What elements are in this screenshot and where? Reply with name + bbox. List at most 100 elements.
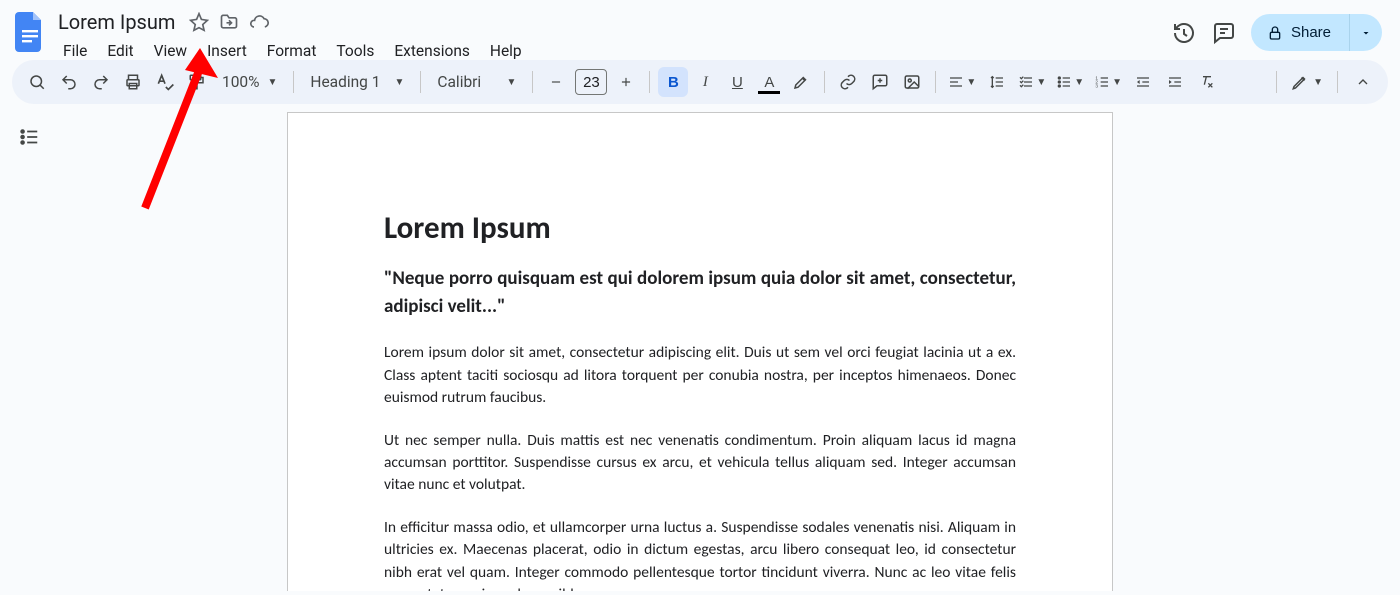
decrease-indent-button[interactable] xyxy=(1128,67,1158,97)
insert-link-button[interactable] xyxy=(833,67,863,97)
separator xyxy=(293,71,294,93)
menu-view[interactable]: View xyxy=(145,38,197,64)
zoom-select[interactable]: 100% ▼ xyxy=(214,67,285,97)
separator xyxy=(1276,71,1277,93)
font-size-input[interactable] xyxy=(575,69,607,95)
spellcheck-button[interactable] xyxy=(150,67,180,97)
menu-tools[interactable]: Tools xyxy=(327,38,383,64)
menu-extensions[interactable]: Extensions xyxy=(385,38,479,64)
collapse-toolbar-button[interactable] xyxy=(1348,67,1378,97)
menu-file[interactable]: File xyxy=(54,38,96,64)
numbered-list-button[interactable]: 123 ▼ xyxy=(1090,67,1126,97)
document-title[interactable]: Lorem Ipsum xyxy=(54,8,179,36)
title-area: Lorem Ipsum File Edit View Insert Format… xyxy=(54,6,531,64)
print-button[interactable] xyxy=(118,67,148,97)
print-icon xyxy=(124,73,142,91)
doc-heading: Lorem Ipsum xyxy=(384,209,1016,247)
checklist-button[interactable]: ▼ xyxy=(1014,67,1050,97)
move-icon[interactable] xyxy=(219,12,239,32)
bulleted-list-button[interactable]: ▼ xyxy=(1052,67,1088,97)
caret-down-icon: ▼ xyxy=(1036,77,1046,88)
caret-down-icon: ▼ xyxy=(268,77,278,88)
caret-down-icon: ▼ xyxy=(966,77,976,88)
paint-format-button[interactable] xyxy=(182,67,212,97)
chevron-up-icon xyxy=(1355,74,1371,90)
share-dropdown[interactable] xyxy=(1349,14,1382,51)
caret-down-icon: ▼ xyxy=(395,77,405,88)
paint-roller-icon xyxy=(188,73,206,91)
increase-font-size-button[interactable] xyxy=(611,67,641,97)
spellcheck-icon xyxy=(155,72,175,92)
workspace: Lorem Ipsum "Neque porro quisquam est qu… xyxy=(0,104,1400,591)
line-spacing-button[interactable] xyxy=(982,67,1012,97)
minus-icon xyxy=(549,75,563,89)
separator xyxy=(420,71,421,93)
checklist-icon xyxy=(1018,74,1034,90)
add-comment-button[interactable] xyxy=(865,67,895,97)
star-icon[interactable] xyxy=(189,12,209,32)
text-color-button[interactable]: A xyxy=(754,67,784,97)
redo-icon xyxy=(92,73,110,91)
caret-down-icon: ▼ xyxy=(1112,77,1122,88)
svg-text:3: 3 xyxy=(1095,83,1098,88)
doc-quote: "Neque porro quisquam est qui dolorem ip… xyxy=(384,265,1016,320)
doc-paragraph: Ut nec semper nulla. Duis mattis est nec… xyxy=(384,430,1016,497)
share-button[interactable]: Share xyxy=(1251,14,1349,51)
separator xyxy=(1337,71,1338,93)
highlighter-icon xyxy=(792,73,810,91)
menu-help[interactable]: Help xyxy=(481,38,531,64)
align-button[interactable]: ▼ xyxy=(944,67,980,97)
toolbar-wrap: 100% ▼ Heading 1 ▼ Calibri ▼ B I U A xyxy=(0,60,1400,104)
paragraph-style-select[interactable]: Heading 1 ▼ xyxy=(302,67,412,97)
line-spacing-icon xyxy=(989,74,1005,90)
font-size-group xyxy=(541,67,641,97)
header-bar: Lorem Ipsum File Edit View Insert Format… xyxy=(0,0,1400,60)
header-right: Share xyxy=(1171,6,1388,51)
editing-mode-button[interactable]: ▼ xyxy=(1287,67,1327,97)
bullet-list-icon xyxy=(1056,74,1072,90)
share-label: Share xyxy=(1291,24,1331,41)
insert-image-button[interactable] xyxy=(897,67,927,97)
docs-logo[interactable] xyxy=(12,8,48,56)
comment-plus-icon xyxy=(871,73,889,91)
italic-button[interactable]: I xyxy=(690,67,720,97)
menu-insert[interactable]: Insert xyxy=(198,38,256,64)
share-group: Share xyxy=(1251,14,1382,51)
undo-icon xyxy=(60,73,78,91)
indent-decrease-icon xyxy=(1135,74,1151,90)
increase-indent-button[interactable] xyxy=(1160,67,1190,97)
image-icon xyxy=(903,73,921,91)
document-page[interactable]: Lorem Ipsum "Neque porro quisquam est qu… xyxy=(287,112,1113,591)
lock-icon xyxy=(1267,25,1283,41)
decrease-font-size-button[interactable] xyxy=(541,67,571,97)
separator xyxy=(649,71,650,93)
font-value: Calibri xyxy=(437,73,481,91)
menu-edit[interactable]: Edit xyxy=(98,38,142,64)
comments-icon[interactable] xyxy=(1211,20,1237,46)
cloud-status-icon[interactable] xyxy=(249,12,269,32)
outline-icon xyxy=(18,126,40,148)
caret-down-icon: ▼ xyxy=(507,77,517,88)
paragraph-style-value: Heading 1 xyxy=(310,73,380,91)
zoom-value: 100% xyxy=(222,73,260,91)
highlight-button[interactable] xyxy=(786,67,816,97)
clear-format-icon xyxy=(1199,74,1215,90)
underline-button[interactable]: U xyxy=(722,67,752,97)
redo-button[interactable] xyxy=(86,67,116,97)
menu-format[interactable]: Format xyxy=(258,38,326,64)
document-outline-button[interactable] xyxy=(14,122,44,152)
align-left-icon xyxy=(948,74,964,90)
clear-formatting-button[interactable] xyxy=(1192,67,1222,97)
doc-paragraph: In efficitur massa odio, et ullamcorper … xyxy=(384,517,1016,591)
search-menus-button[interactable] xyxy=(22,67,52,97)
search-icon xyxy=(28,73,46,91)
separator xyxy=(532,71,533,93)
caret-down-icon xyxy=(1360,27,1372,39)
undo-button[interactable] xyxy=(54,67,84,97)
doc-paragraph: Lorem ipsum dolor sit amet, consectetur … xyxy=(384,342,1016,409)
plus-icon xyxy=(619,75,633,89)
indent-increase-icon xyxy=(1167,74,1183,90)
font-select[interactable]: Calibri ▼ xyxy=(429,67,524,97)
bold-button[interactable]: B xyxy=(658,67,688,97)
history-icon[interactable] xyxy=(1171,20,1197,46)
